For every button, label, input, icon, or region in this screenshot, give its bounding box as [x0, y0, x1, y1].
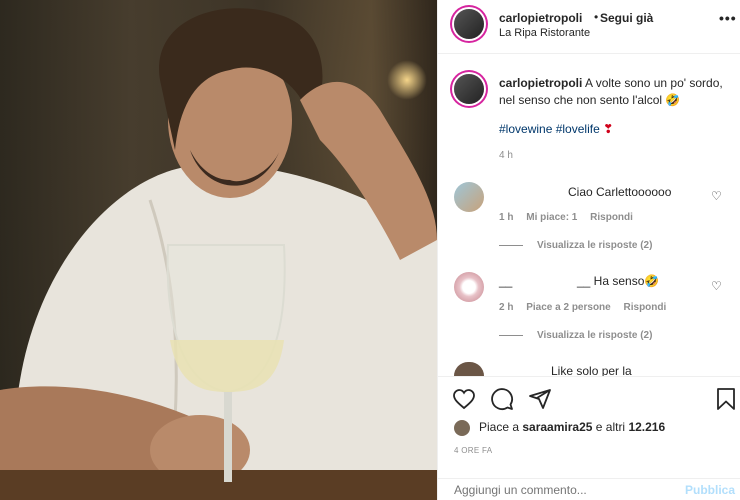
comment-likes-count[interactable]: Piace a 2 persone — [526, 302, 611, 313]
view-replies-button[interactable]: Visualizza le risposte (2) — [499, 240, 652, 251]
post-header: carlopietropoli • Segui già La Ripa Rist… — [438, 0, 740, 54]
comment-prefix: __ — [499, 274, 513, 288]
author-username[interactable]: carlopietropoli — [499, 11, 582, 25]
comment-like-heart-icon[interactable]: ♡ — [711, 189, 722, 203]
caption-author-avatar[interactable] — [454, 74, 484, 104]
comment-input[interactable] — [454, 483, 674, 497]
follow-status-button[interactable]: Segui già — [600, 11, 653, 25]
view-replies-button[interactable]: Visualizza le risposte (2) — [499, 330, 652, 341]
comment-meta: 2 h Piace a 2 persone Rispondi — [499, 302, 676, 313]
more-options-icon[interactable]: ••• — [719, 10, 737, 26]
post-side-panel: carlopietropoli • Segui già La Ripa Rist… — [437, 0, 740, 500]
comment-text: __ Ha senso🤣 — [577, 274, 660, 288]
photo-figure — [0, 8, 437, 500]
comment-like-heart-icon[interactable]: ♡ — [711, 279, 722, 293]
post-timestamp: 4 ORE FA — [454, 446, 493, 455]
comment-time: 2 h — [499, 302, 514, 313]
heart-exclamation-emoji: ❣ — [603, 122, 614, 136]
comment-time: 1 h — [499, 212, 514, 223]
comment-avatar[interactable] — [454, 182, 484, 212]
comment-bubble-icon[interactable] — [490, 387, 514, 411]
caption-timestamp: 4 h — [499, 150, 513, 161]
reply-button[interactable]: Rispondi — [590, 212, 633, 223]
replies-divider — [499, 334, 523, 336]
hashtag-lovewine[interactable]: #lovewine — [499, 122, 552, 136]
likes-suffix: e altri — [592, 420, 629, 434]
reply-button[interactable]: Rispondi — [624, 302, 667, 313]
follow-separator: • — [594, 10, 599, 24]
comment-avatar[interactable] — [454, 362, 484, 376]
likes-prefix: Piace a — [479, 420, 523, 434]
liker-username[interactable]: saraamira25 — [522, 420, 592, 434]
post-actions: Piace a saraamira25 e altri 12.216 4 ORE… — [438, 376, 740, 500]
post-photo[interactable] — [0, 0, 437, 500]
likes-summary[interactable]: Piace a saraamira25 e altri 12.216 — [479, 420, 665, 434]
share-paper-plane-icon[interactable] — [528, 387, 552, 411]
replies-divider — [499, 244, 523, 246]
caption-username[interactable]: carlopietropoli — [499, 76, 582, 90]
view-replies-label: Visualizza le risposte (2) — [537, 330, 653, 341]
publish-button[interactable]: Pubblica — [685, 483, 735, 497]
save-bookmark-icon[interactable] — [714, 387, 738, 411]
comment-text: Like solo per la — [551, 364, 632, 376]
comment-composer: Pubblica — [438, 478, 740, 500]
post-location[interactable]: La Ripa Ristorante — [499, 27, 590, 39]
caption-hashtags: #lovewine #lovelife ❣ — [499, 122, 613, 136]
author-avatar[interactable] — [454, 9, 484, 39]
comment-meta: 1 h Mi piace: 1 Rispondi — [499, 212, 643, 223]
comment-avatar[interactable] — [454, 272, 484, 302]
likes-count[interactable]: 12.216 — [628, 420, 665, 434]
caption: carlopietropoli A volte sono un po' sord… — [499, 75, 729, 109]
liker-avatar[interactable] — [454, 420, 470, 436]
like-heart-icon[interactable] — [452, 387, 476, 411]
view-replies-label: Visualizza le risposte (2) — [537, 240, 653, 251]
hashtag-lovelife[interactable]: #lovelife — [556, 122, 600, 136]
comment-likes-count[interactable]: Mi piace: 1 — [526, 212, 577, 223]
comment-text: Ciao Carlettoooooo — [568, 185, 672, 199]
